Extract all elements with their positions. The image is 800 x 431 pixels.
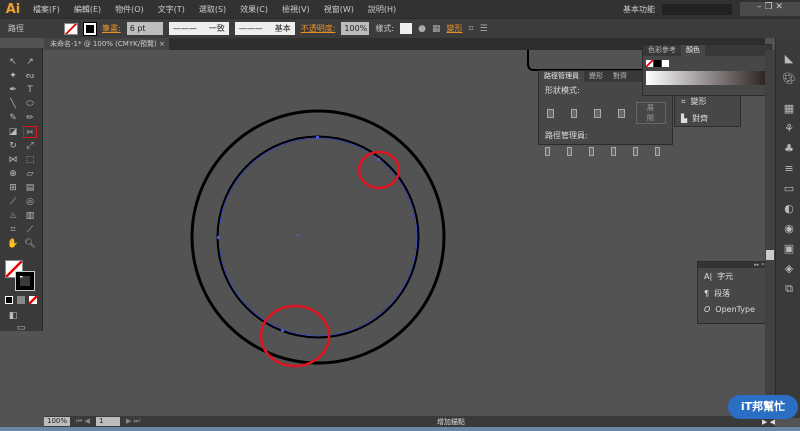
character-item[interactable]: A| 字元 bbox=[698, 268, 765, 285]
unite-button[interactable] bbox=[547, 108, 554, 118]
expand-button[interactable]: 展開 bbox=[635, 102, 667, 124]
paragraph-item[interactable]: ¶ 段落 bbox=[698, 285, 765, 302]
tab-color-guide[interactable]: 色彩參考 bbox=[643, 45, 681, 56]
artboard-nav-next[interactable]: ▶ ⏭ bbox=[126, 417, 140, 426]
opentype-item[interactable]: O OpenType bbox=[698, 302, 765, 317]
vertical-scrollbar[interactable] bbox=[765, 50, 775, 416]
symbols-icon[interactable]: ♣ bbox=[782, 142, 796, 156]
graphic-styles-icon[interactable]: ▣ bbox=[782, 242, 796, 256]
none-swatch[interactable] bbox=[646, 60, 653, 67]
merge-button[interactable] bbox=[589, 147, 594, 156]
brushes-icon[interactable]: ⚘ bbox=[782, 122, 796, 136]
gradient-panel-icon[interactable]: ◣ bbox=[782, 52, 796, 66]
watermark-logo: iT邦幫忙 bbox=[728, 395, 798, 419]
tab-color[interactable]: 顏色 bbox=[681, 45, 705, 56]
zoom-select[interactable]: 100% bbox=[44, 417, 71, 426]
artboard-edge bbox=[527, 50, 660, 71]
appearance-icon[interactable]: ◉ bbox=[782, 222, 796, 236]
status-bar: 100% ⏮ ◀ 1 ▶ ⏭ 增加錨點 ▶ ◀ bbox=[44, 416, 775, 427]
selected-path-highlight bbox=[218, 137, 418, 337]
panel-dock: ◣ 🎨︎ ▦ ⚘ ♣ ≡ ▭ ◐ ◉ ▣ ◈ ⧉ bbox=[775, 38, 800, 418]
stroke-icon[interactable]: ≡ bbox=[782, 162, 796, 176]
anchor-point[interactable] bbox=[217, 236, 220, 239]
artboards-icon[interactable]: ⧉ bbox=[782, 282, 796, 296]
align-item[interactable]: ▙ 對齊 bbox=[675, 110, 740, 127]
trim-button[interactable] bbox=[567, 147, 572, 156]
minus-back-button[interactable] bbox=[655, 147, 660, 156]
exclude-button[interactable] bbox=[618, 108, 625, 118]
outer-circle[interactable] bbox=[190, 109, 446, 365]
tab-align[interactable]: 對齊 bbox=[608, 71, 632, 82]
gradient-icon[interactable]: ▭ bbox=[782, 182, 796, 196]
current-tool-status[interactable]: 增加錨點 bbox=[146, 417, 756, 427]
outline-button[interactable] bbox=[633, 147, 638, 156]
transparency-icon[interactable]: ◐ bbox=[782, 202, 796, 216]
tab-pathfinder[interactable]: 路徑管理員 bbox=[539, 71, 584, 82]
color-spectrum-bar[interactable] bbox=[646, 71, 768, 85]
swatches-icon[interactable]: ▦ bbox=[782, 102, 796, 116]
os-taskbar bbox=[0, 427, 800, 431]
artboard-nav-prev[interactable]: ⏮ ◀ bbox=[76, 417, 90, 426]
scroll-thumb[interactable] bbox=[766, 250, 774, 260]
type-panel: ▸▸ ✕ A| 字元 ¶ 段落 O OpenType bbox=[697, 261, 766, 324]
artboard-number[interactable]: 1 bbox=[95, 417, 120, 426]
divide-button[interactable] bbox=[545, 147, 550, 156]
crop-button[interactable] bbox=[611, 147, 616, 156]
white-swatch[interactable] bbox=[662, 60, 669, 67]
pathfinders-label: 路徑管理員: bbox=[545, 131, 588, 140]
color-palette-icon[interactable]: 🎨︎ bbox=[782, 72, 796, 86]
tab-transform[interactable]: 變形 bbox=[584, 71, 608, 82]
intersect-button[interactable] bbox=[594, 108, 602, 118]
center-point bbox=[297, 234, 299, 236]
anchor-point[interactable] bbox=[316, 136, 319, 139]
minus-front-button[interactable] bbox=[570, 108, 578, 118]
anchor-point[interactable] bbox=[281, 329, 284, 332]
layers-icon[interactable]: ◈ bbox=[782, 262, 796, 276]
black-swatch[interactable] bbox=[654, 60, 661, 67]
anchor-point[interactable] bbox=[377, 158, 380, 161]
color-panel: 色彩參考 顏色 bbox=[642, 44, 772, 96]
